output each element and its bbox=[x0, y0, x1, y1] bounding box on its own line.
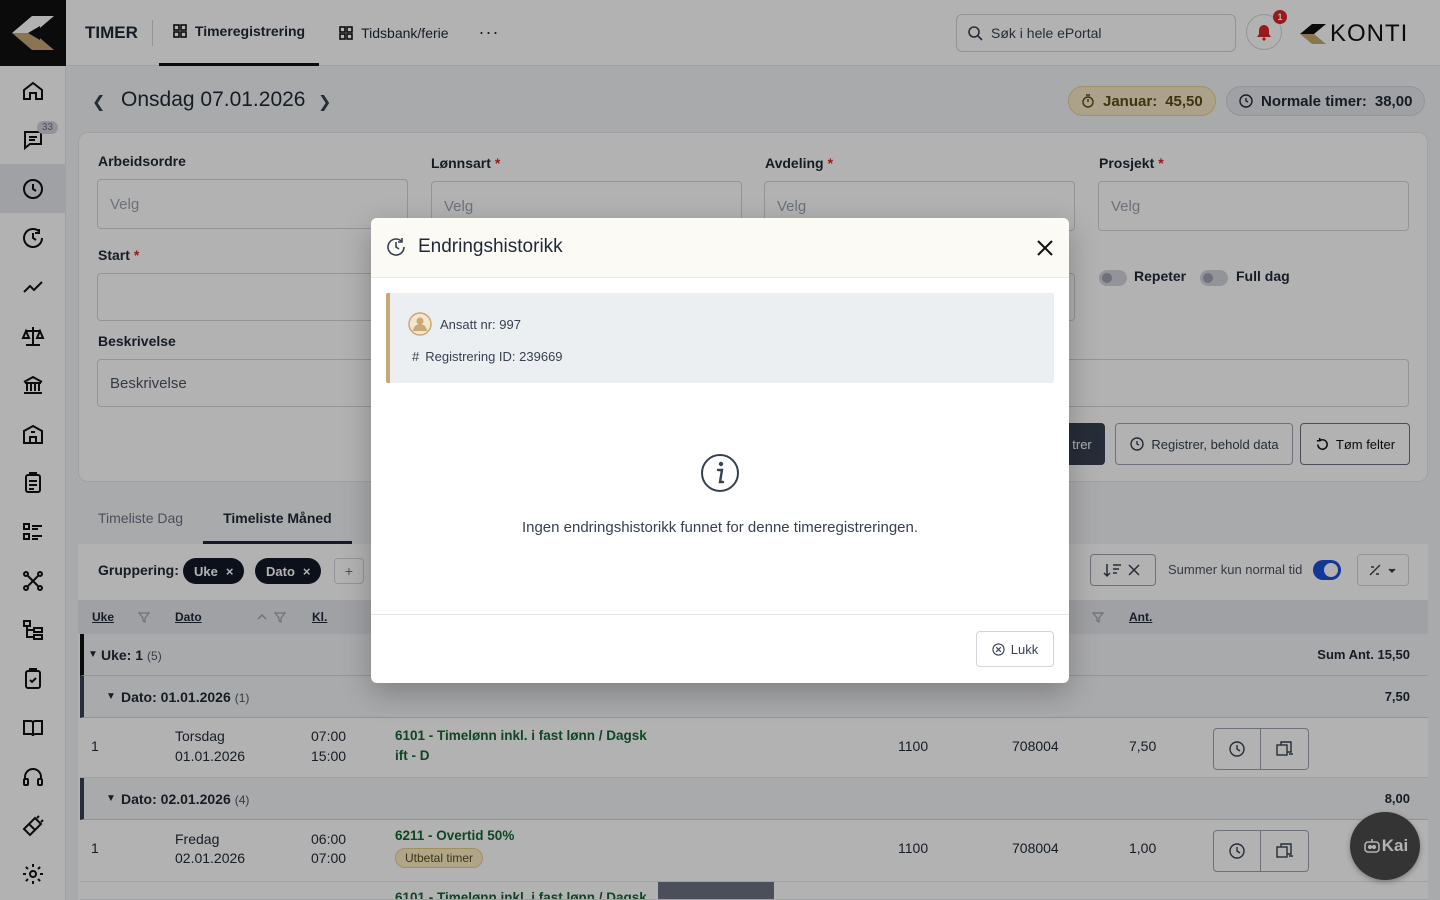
registration-info-box: Ansatt nr: 997 # Registrering ID: 239669 bbox=[386, 293, 1054, 383]
modal-title: Endringshistorikk bbox=[418, 236, 563, 257]
change-history-modal: Endringshistorikk Ansatt nr: 997 # Regis… bbox=[371, 218, 1069, 683]
registration-line: # Registrering ID: 239669 bbox=[412, 349, 563, 364]
modal-header: Endringshistorikk bbox=[371, 218, 1069, 278]
modal-footer: Lukk bbox=[371, 614, 1069, 683]
info-icon bbox=[701, 454, 739, 492]
employee-line: Ansatt nr: 997 bbox=[408, 312, 521, 336]
empty-state-message: Ingen endringshistorikk funnet for denne… bbox=[521, 519, 919, 536]
employee-number: Ansatt nr: 997 bbox=[440, 316, 521, 332]
hash-icon: # bbox=[412, 349, 420, 364]
lukk-button[interactable]: Lukk bbox=[976, 631, 1054, 667]
history-icon bbox=[387, 238, 405, 256]
registration-id: Registrering ID: 239669 bbox=[425, 349, 563, 364]
user-avatar-icon bbox=[408, 312, 432, 336]
modal-close-button[interactable] bbox=[1033, 236, 1057, 260]
lukk-label: Lukk bbox=[1010, 641, 1039, 657]
close-icon bbox=[1037, 240, 1053, 256]
close-circle-icon bbox=[992, 642, 1005, 656]
